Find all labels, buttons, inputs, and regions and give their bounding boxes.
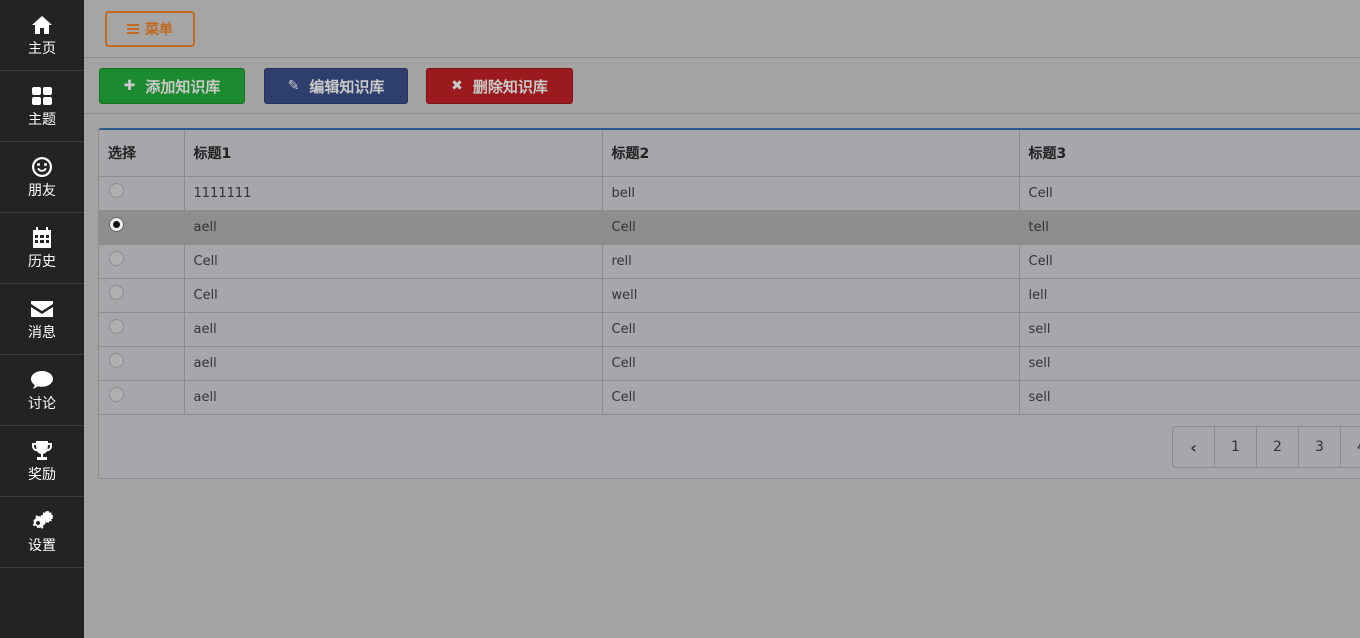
add-knowledge-base-button[interactable]: ✚ 添加知识库 (99, 68, 245, 104)
pencil-icon: ✎ (287, 78, 300, 94)
sidebar-item-messages[interactable]: 消息 (0, 284, 84, 355)
column-header-title3: 标题3 (1019, 130, 1360, 177)
sidebar-item-label: 奖励 (28, 467, 56, 483)
table-cell: Cell (602, 210, 1020, 245)
menu-bars-icon (127, 24, 139, 34)
sidebar-item-label: 朋友 (28, 183, 56, 199)
edit-button-label: 编辑知识库 (309, 77, 385, 96)
home-icon (32, 16, 52, 34)
table-cell: sell (1019, 312, 1360, 347)
table-cell: sell (1019, 380, 1360, 415)
delete-button-label: 删除知识库 (472, 77, 548, 96)
trophy-icon (32, 441, 52, 460)
table-cell: well (602, 278, 1020, 313)
table-cell: Cell (184, 244, 603, 279)
envelope-icon (31, 301, 53, 317)
table-header-row: 选择 标题1 标题2 标题3 (99, 130, 1360, 177)
table-row[interactable]: Cell rell Cell (99, 244, 1360, 279)
table-panel: 选择 标题1 标题2 标题3 1111111 bell Cell aell Ce… (98, 128, 1360, 479)
row-select-radio[interactable] (109, 182, 124, 198)
sidebar-item-settings[interactable]: 设置 (0, 497, 84, 568)
table-row[interactable]: Cell well lell (99, 278, 1360, 313)
data-table: 选择 标题1 标题2 标题3 1111111 bell Cell aell Ce… (99, 130, 1360, 415)
sidebar-item-label: 主题 (28, 112, 56, 128)
row-select-radio[interactable] (109, 386, 124, 402)
sidebar-item-home[interactable]: 主页 (0, 0, 84, 71)
sidebar-item-label: 历史 (28, 254, 56, 270)
close-icon: ✖ (451, 78, 463, 94)
calendar-icon (33, 227, 51, 248)
column-header-title2: 标题2 (602, 130, 1020, 177)
table-row[interactable]: 1111111 bell Cell (99, 176, 1360, 211)
table-row[interactable]: aell Cell sell (99, 312, 1360, 347)
delete-knowledge-base-button[interactable]: ✖ 删除知识库 (426, 68, 573, 104)
table-cell: bell (602, 176, 1020, 211)
grid-icon (32, 87, 52, 105)
row-select-radio[interactable] (109, 318, 124, 334)
table-cell: aell (184, 380, 603, 415)
table-cell: aell (184, 210, 603, 245)
table-cell: aell (184, 312, 603, 347)
sidebar-item-history[interactable]: 历史 (0, 213, 84, 284)
edit-knowledge-base-button[interactable]: ✎ 编辑知识库 (264, 68, 408, 104)
table-cell: lell (1019, 278, 1360, 313)
table-cell: Cell (602, 312, 1020, 347)
table-cell: sell (1019, 346, 1360, 381)
table-row[interactable]: aell Cell tell (99, 210, 1360, 245)
table-cell: tell (1019, 210, 1360, 245)
pagination: ‹ 1 2 3 4 (1172, 426, 1360, 468)
sidebar: 主页 主题 朋友 历史 消息 讨论 奖励 设置 (0, 0, 84, 638)
table-row[interactable]: aell Cell sell (99, 380, 1360, 415)
sidebar-item-label: 主页 (28, 41, 56, 57)
column-header-title1: 标题1 (184, 130, 603, 177)
table-cell: Cell (184, 278, 603, 313)
pagination-page-2[interactable]: 2 (1257, 427, 1299, 467)
smile-icon (32, 157, 52, 177)
pagination-page-4[interactable]: 4 (1341, 427, 1360, 467)
sidebar-item-topics[interactable]: 主题 (0, 71, 84, 142)
comment-icon (31, 371, 53, 389)
pagination-prev-button[interactable]: ‹ (1173, 427, 1215, 467)
menu-button-label: 菜单 (145, 21, 173, 37)
table-cell: Cell (602, 380, 1020, 415)
add-button-label: 添加知识库 (145, 77, 221, 96)
sidebar-item-rewards[interactable]: 奖励 (0, 426, 84, 497)
table-cell: Cell (1019, 176, 1360, 211)
plus-icon: ✚ (123, 78, 136, 94)
row-select-radio[interactable] (109, 250, 124, 266)
table-cell: Cell (1019, 244, 1360, 279)
table-cell: 1111111 (184, 176, 603, 211)
sidebar-item-label: 消息 (28, 325, 56, 341)
sidebar-item-discussion[interactable]: 讨论 (0, 355, 84, 426)
table-cell: Cell (602, 346, 1020, 381)
gears-icon (32, 511, 53, 529)
table-cell: aell (184, 346, 603, 381)
sidebar-item-label: 讨论 (28, 396, 56, 412)
sidebar-item-friends[interactable]: 朋友 (0, 142, 84, 213)
row-select-radio[interactable] (109, 216, 124, 232)
pagination-page-3[interactable]: 3 (1299, 427, 1341, 467)
pagination-page-1[interactable]: 1 (1215, 427, 1257, 467)
row-select-radio[interactable] (109, 284, 124, 300)
menu-button[interactable]: 菜单 (105, 11, 195, 47)
top-bar: 菜单 (84, 0, 1360, 58)
table-row[interactable]: aell Cell sell (99, 346, 1360, 381)
column-header-select: 选择 (99, 130, 185, 177)
toolbar: ✚ 添加知识库 ✎ 编辑知识库 ✖ 删除知识库 (84, 58, 1360, 114)
sidebar-item-label: 设置 (28, 538, 56, 554)
row-select-radio[interactable] (109, 352, 124, 368)
table-cell: rell (602, 244, 1020, 279)
